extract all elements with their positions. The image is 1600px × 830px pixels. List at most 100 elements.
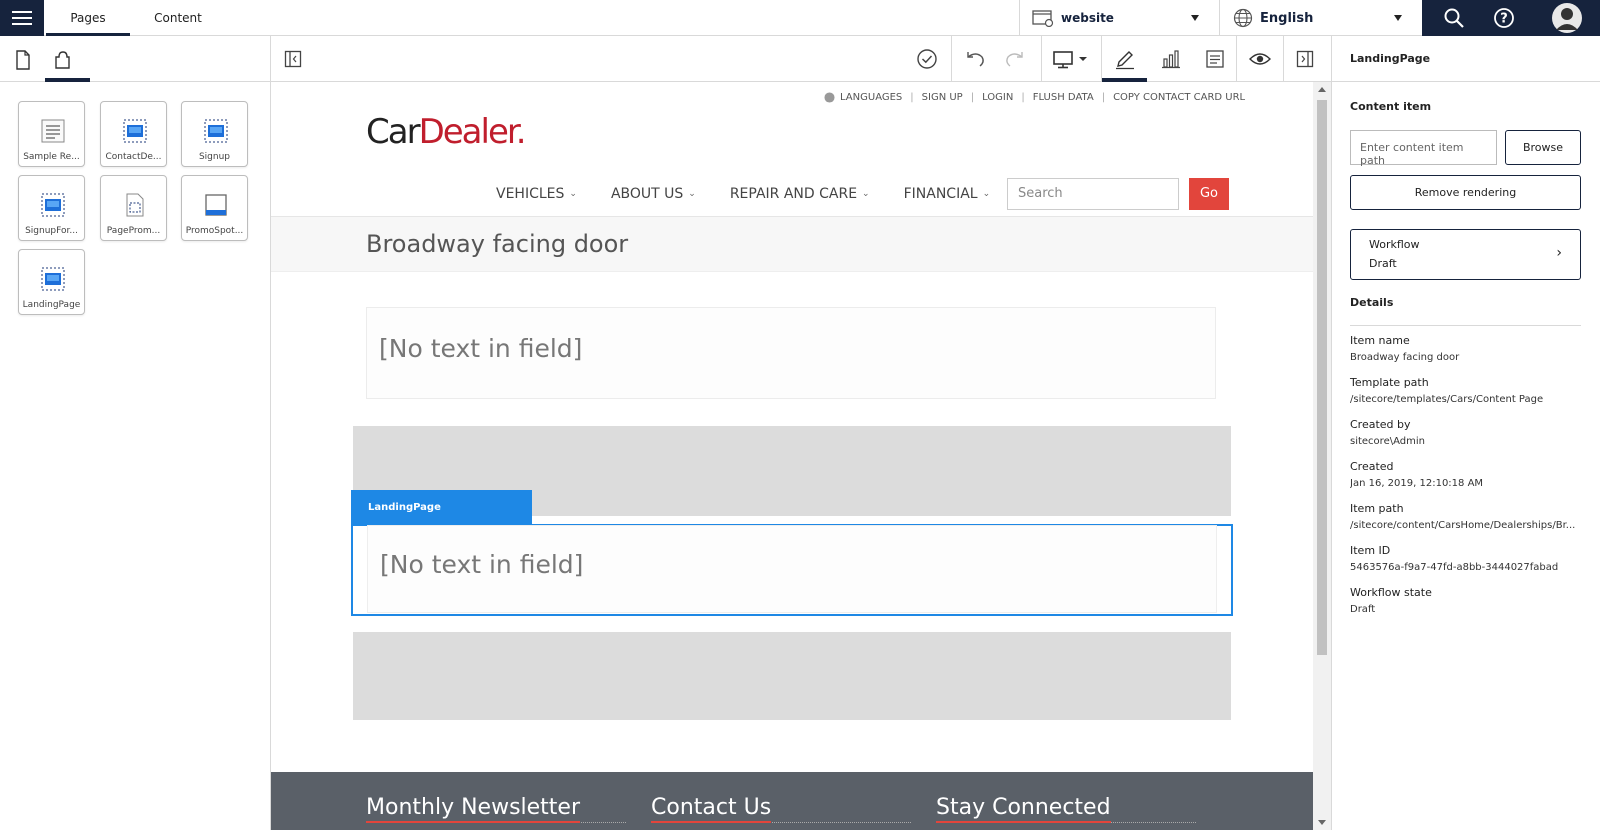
component-tile[interactable]: SignupFor... (18, 175, 85, 241)
analytics-icon[interactable] (1155, 44, 1187, 74)
toolbar-divider (1101, 36, 1102, 82)
menu-icon[interactable] (0, 0, 44, 36)
site-footer: Monthly Newsletter Contact Us Stay Conne… (271, 772, 1313, 830)
page-outline-icon (126, 193, 144, 217)
go-button[interactable]: Go (1189, 178, 1229, 210)
utility-links: LANGUAGES | SIGN UP | LOGIN | FLUSH DATA… (824, 92, 1245, 103)
footer-heading: Contact Us (651, 795, 911, 823)
separator: | (1101, 92, 1106, 103)
page-details-icon[interactable] (1199, 44, 1231, 74)
properties-panel: LandingPage Content item Enter content i… (1331, 36, 1600, 830)
chevron-right-icon: › (1556, 245, 1562, 261)
rendering-label[interactable]: LandingPage (351, 490, 532, 526)
flush-data-link[interactable]: FLUSH DATA (1033, 92, 1094, 103)
toolbar-divider (1283, 36, 1284, 82)
sign-up-link[interactable]: SIGN UP (922, 92, 963, 103)
scroll-up-arrow[interactable] (1318, 87, 1326, 92)
component-label: ContactDe... (105, 152, 162, 162)
browse-button[interactable]: Browse (1505, 130, 1581, 165)
component-label: Sample Re... (23, 152, 80, 162)
svg-text:?: ? (1500, 12, 1508, 27)
nav-label: ABOUT US (610, 186, 684, 202)
site-logo[interactable]: CarDealer. (366, 112, 527, 152)
rendering-icon (204, 119, 228, 143)
detail-value: /sitecore/content/CarsHome/Dealerships/B… (1350, 520, 1576, 531)
component-tile[interactable]: Sample Re... (18, 101, 85, 167)
chevron-down-icon: ⌄ (862, 189, 870, 199)
device-icon[interactable] (1049, 44, 1095, 74)
workflow-button[interactable]: Workflow Draft › (1350, 229, 1581, 280)
globe-icon (1233, 8, 1253, 28)
detail-value: Draft (1350, 604, 1376, 615)
component-tile[interactable]: ContactDe... (100, 101, 167, 167)
logo-part-car: Car (366, 112, 421, 152)
nav-about-us[interactable]: ABOUT US ⌄ (611, 186, 696, 202)
avatar[interactable] (1550, 1, 1584, 35)
chevron-down-icon: ⌄ (569, 189, 577, 199)
empty-text-field[interactable]: [No text in field] (366, 307, 1216, 399)
detail-key: Item ID (1350, 544, 1391, 557)
nav-financial[interactable]: FINANCIAL ⌄ (904, 186, 991, 202)
chevron-down-icon: ⌄ (688, 189, 696, 199)
component-label: PageProm... (106, 226, 161, 236)
redo-icon[interactable] (999, 44, 1031, 74)
detail-value: Jan 16, 2019, 12:10:18 AM (1350, 478, 1484, 489)
component-label: LandingPage (22, 300, 81, 310)
details-label: Details (1350, 296, 1394, 309)
nav-repair-and-care[interactable]: REPAIR AND CARE ⌄ (730, 186, 870, 202)
panel-title: LandingPage (1332, 36, 1600, 82)
copy-contact-card-link[interactable]: COPY CONTACT CARD URL (1113, 92, 1245, 103)
footer-heading-text: Monthly Newsletter (366, 795, 581, 823)
top-right-actions: ? (1422, 0, 1600, 36)
rendering-icon (123, 119, 147, 143)
site-selector[interactable]: website (1019, 0, 1219, 36)
site-search-input[interactable]: Search (1007, 178, 1179, 210)
check-icon[interactable] (911, 44, 943, 74)
separator: | (970, 92, 975, 103)
detail-key: Created (1350, 460, 1394, 473)
workflow-label: Workflow (1369, 238, 1420, 251)
page-icon[interactable] (11, 48, 35, 72)
globe-icon (824, 92, 835, 103)
toggle-right-panel-icon[interactable] (1289, 44, 1321, 74)
content-item-input[interactable]: Enter content item path (1350, 130, 1497, 167)
component-tile[interactable]: PromoSpot... (181, 175, 248, 241)
remove-rendering-button[interactable]: Remove rendering (1350, 175, 1581, 210)
components-icon[interactable] (50, 48, 74, 72)
languages-link[interactable]: LANGUAGES (840, 92, 902, 103)
canvas-scrollbar[interactable] (1313, 82, 1331, 830)
detail-key: Item name (1350, 334, 1410, 347)
placeholder-area[interactable] (353, 632, 1231, 720)
component-tile[interactable]: LandingPage (18, 249, 85, 315)
separator: | (910, 92, 914, 103)
language-selector[interactable]: English (1219, 0, 1422, 36)
edit-icon[interactable] (1109, 44, 1141, 74)
component-tile[interactable]: PageProm... (100, 175, 167, 241)
component-label: Signup (198, 152, 231, 162)
preview-icon[interactable] (1244, 44, 1276, 74)
tab-pages[interactable]: Pages (46, 0, 130, 36)
nav-label: VEHICLES (496, 186, 565, 202)
search-icon[interactable] (1440, 4, 1468, 32)
nav-label: REPAIR AND CARE (729, 186, 858, 202)
website-icon (1032, 10, 1054, 27)
undo-icon[interactable] (959, 44, 991, 74)
nav-vehicles[interactable]: VEHICLES ⌄ (496, 186, 577, 202)
footer-heading: Stay Connected (936, 795, 1196, 823)
language-name: English (1260, 10, 1314, 26)
empty-text-field[interactable]: [No text in field] (367, 525, 1217, 613)
text-rendering-icon (41, 119, 65, 143)
page-title[interactable]: Broadway facing door (366, 230, 628, 258)
divider (1350, 325, 1581, 326)
footer-heading-text: Stay Connected (936, 795, 1111, 823)
login-link[interactable]: LOGIN (982, 92, 1013, 103)
help-icon[interactable]: ? (1490, 4, 1518, 32)
editor-toolbar (271, 36, 1331, 82)
component-tile[interactable]: Signup (181, 101, 248, 167)
scroll-thumb[interactable] (1317, 100, 1327, 655)
chevron-down-icon: ⌄ (982, 189, 991, 199)
scroll-down-arrow[interactable] (1318, 820, 1326, 825)
detail-value: sitecore\Admin (1350, 436, 1425, 447)
toggle-left-panel-icon[interactable] (277, 44, 309, 74)
tab-content[interactable]: Content (140, 0, 216, 36)
